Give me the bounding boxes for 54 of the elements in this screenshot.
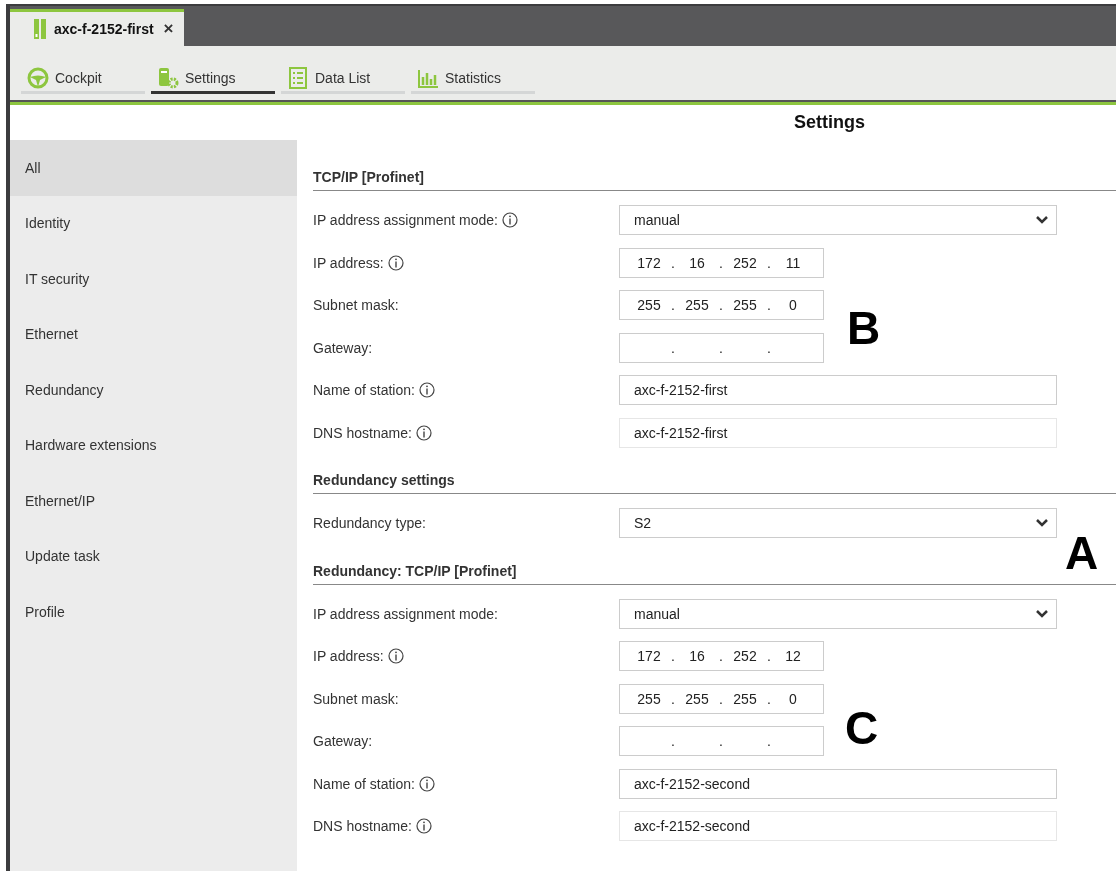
ip-address-field[interactable]: 172 . 16 . 252 . 12 <box>619 641 824 672</box>
field-label: Name of station: <box>313 775 415 792</box>
page-title: Settings <box>793 111 866 134</box>
dropdown[interactable]: manual <box>619 205 1057 236</box>
device-icon <box>34 19 46 39</box>
chevron-down-icon <box>1036 519 1048 528</box>
sidebar-item[interactable]: Ethernet/IP <box>10 473 297 529</box>
text-field[interactable]: axc-f-2152-first <box>619 375 1057 406</box>
list-icon <box>287 66 309 89</box>
text-field[interactable]: axc-f-2152-second <box>619 768 1057 799</box>
sidebar-item[interactable]: All <box>10 140 297 196</box>
ip-address-field[interactable]: 255 . 255 . 255 . 0 <box>619 683 824 714</box>
field-label: IP address assignment mode: <box>313 212 498 229</box>
ip-address-field[interactable]: 172 . 16 . 252 . 11 <box>619 247 824 278</box>
field-label: Gateway: <box>313 339 373 356</box>
sidebar-item[interactable]: Profile <box>10 584 297 640</box>
sidebar-item[interactable]: Hardware extensions <box>10 417 297 473</box>
nav-tab[interactable]: Statistics <box>411 64 535 94</box>
dropdown[interactable]: S2 <box>619 508 1057 539</box>
field-label: IP address: <box>313 648 384 665</box>
field-label: Subnet mask: <box>313 297 399 314</box>
field-label: Gateway: <box>313 733 373 750</box>
callout-letter: C <box>845 705 879 751</box>
field-label: IP address: <box>313 254 384 271</box>
text-field[interactable]: axc-f-2152-first <box>619 417 1057 448</box>
field-label: Redundancy type: <box>313 515 426 532</box>
steering-wheel-icon <box>27 66 49 89</box>
field-label: DNS hostname: <box>313 424 412 441</box>
section-heading: Redundancy settings <box>313 454 1116 494</box>
document-tab[interactable]: axc-f-2152-first × <box>10 9 184 46</box>
dropdown[interactable]: manual <box>619 598 1057 629</box>
ip-address-field[interactable]: 255 . 255 . 255 . 0 <box>619 290 824 321</box>
nav-tab[interactable]: Data List <box>281 64 405 94</box>
section-heading: TCP/IP [Profinet] <box>313 142 1116 191</box>
device-gear-icon <box>157 66 179 89</box>
nav-tab[interactable]: Cockpit <box>21 64 145 94</box>
sidebar-item[interactable]: Ethernet <box>10 306 297 362</box>
text-field[interactable]: axc-f-2152-second <box>619 811 1057 842</box>
sidebar-item[interactable]: Update task <box>10 528 297 584</box>
sidebar-item[interactable]: IT security <box>10 251 297 307</box>
ip-address-field[interactable]: . . . <box>619 726 824 757</box>
close-icon[interactable]: × <box>163 19 174 39</box>
field-label: Name of station: <box>313 382 415 399</box>
sidebar-item[interactable]: Identity <box>10 195 297 251</box>
callout-letter: A <box>1065 530 1099 576</box>
nav-tab[interactable]: Settings <box>151 64 275 94</box>
chevron-down-icon <box>1036 216 1048 225</box>
sidebar-item[interactable]: Redundancy <box>10 362 297 418</box>
field-label: Subnet mask: <box>313 690 399 707</box>
chevron-down-icon <box>1036 609 1048 618</box>
field-label: IP address assignment mode: <box>313 605 498 622</box>
callout-letter: B <box>847 305 881 351</box>
field-label: DNS hostname: <box>313 818 412 835</box>
ip-address-field[interactable]: . . . <box>619 332 824 363</box>
